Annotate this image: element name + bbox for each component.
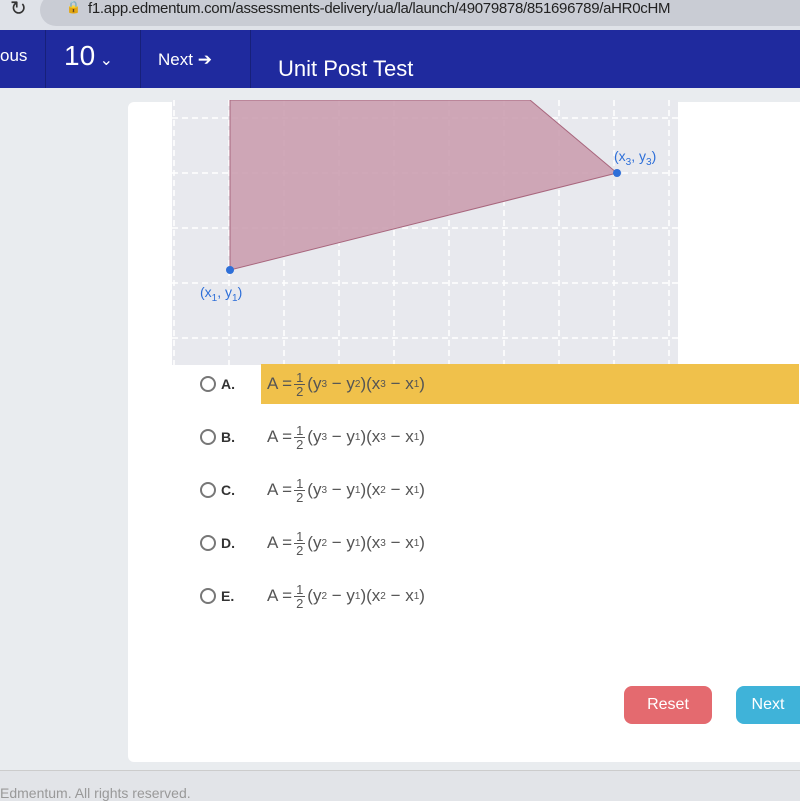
radio-button[interactable] <box>200 588 216 604</box>
radio-button[interactable] <box>200 482 216 498</box>
footer: Edmentum. All rights reserved. <box>0 770 800 801</box>
option-letter: E. <box>221 588 235 604</box>
point-x1-y1 <box>226 266 234 274</box>
answer-option-c[interactable]: C. A = 1 2(y 3 − y 1)(x 2 − x 1) <box>200 470 431 510</box>
triangle-graph: (x1, y1) (x3, y3) <box>172 100 678 365</box>
option-letter: A. <box>221 376 235 392</box>
option-letter: B. <box>221 429 235 445</box>
next-button[interactable]: Next <box>736 686 800 724</box>
answer-option-a[interactable]: A. A = 1 2(y 3 − y 2)(x 3 − x 1) <box>200 364 799 404</box>
radio-button[interactable] <box>200 535 216 551</box>
url-text: f1.app.edmentum.com/assessments-delivery… <box>88 0 671 17</box>
option-letter: C. <box>221 482 235 498</box>
question-number-dropdown[interactable]: 10 ⌄ <box>64 40 113 72</box>
answer-option-e[interactable]: E. A = 1 2(y 2 − y 1)(x 2 − x 1) <box>200 576 431 616</box>
option-letter: D. <box>221 535 235 551</box>
reload-icon[interactable]: ↻ <box>10 0 27 21</box>
reset-button[interactable]: Reset <box>624 686 712 724</box>
next-nav-button[interactable]: Next ➔ <box>158 50 212 70</box>
page-title: Unit Post Test <box>278 56 414 81</box>
radio-button[interactable] <box>200 376 216 392</box>
top-nav: ous 10 ⌄ Next ➔ Unit Post Test <box>0 30 800 88</box>
arrow-right-circle-icon: ➔ <box>197 50 212 69</box>
formula: A = 1 2(y 3 − y 1)(x 3 − x 1) <box>267 422 425 452</box>
copyright-text: Edmentum. All rights reserved. <box>0 785 191 801</box>
answer-option-d[interactable]: D. A = 1 2(y 2 − y 1)(x 3 − x 1) <box>200 523 431 563</box>
formula: A = 1 2(y 3 − y 1)(x 2 − x 1) <box>267 475 425 505</box>
chevron-down-icon: ⌄ <box>95 52 114 69</box>
previous-button[interactable]: ous <box>0 46 27 66</box>
radio-button[interactable] <box>200 429 216 445</box>
point-x3-y3 <box>613 169 621 177</box>
browser-bar: ↻ 🔒 f1.app.edmentum.com/assessments-deli… <box>0 0 800 30</box>
formula: A = 1 2(y 2 − y 1)(x 3 − x 1) <box>267 528 425 558</box>
formula: A = 1 2(y 2 − y 1)(x 2 − x 1) <box>267 581 425 611</box>
address-bar[interactable]: 🔒 f1.app.edmentum.com/assessments-delive… <box>40 0 800 26</box>
lock-icon: 🔒 <box>66 0 81 14</box>
formula: A = 1 2(y 3 − y 2)(x 3 − x 1) <box>261 364 799 404</box>
answer-option-b[interactable]: B. A = 1 2(y 3 − y 1)(x 3 − x 1) <box>200 417 431 457</box>
